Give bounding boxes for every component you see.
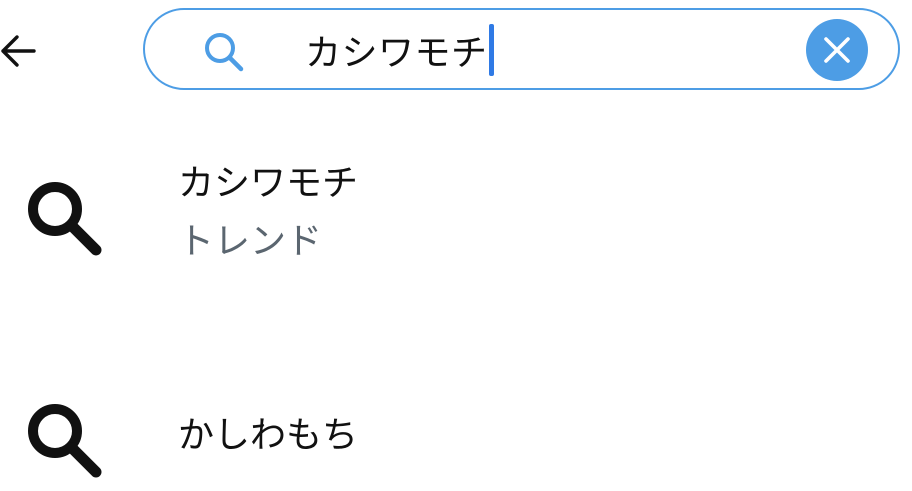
search-input[interactable]: カシワモチ xyxy=(305,23,494,77)
close-icon xyxy=(824,37,850,63)
search-bar[interactable]: カシワモチ xyxy=(143,8,900,90)
back-button[interactable] xyxy=(0,28,40,74)
search-query-text: カシワモチ xyxy=(305,33,488,74)
arrow-left-icon xyxy=(1,35,36,67)
text-caret xyxy=(488,24,494,76)
clear-search-button[interactable] xyxy=(806,19,868,81)
search-suggestion-item[interactable]: カシワモチ トレンド xyxy=(0,150,912,270)
search-icon xyxy=(205,33,244,72)
search-icon xyxy=(28,404,102,478)
search-icon xyxy=(28,182,102,256)
suggestion-title: かしわもち xyxy=(178,415,359,456)
search-suggestion-item[interactable]: かしわもち xyxy=(0,380,912,491)
suggestion-title: カシワモチ xyxy=(178,163,359,204)
suggestion-subtitle: トレンド xyxy=(178,221,323,262)
